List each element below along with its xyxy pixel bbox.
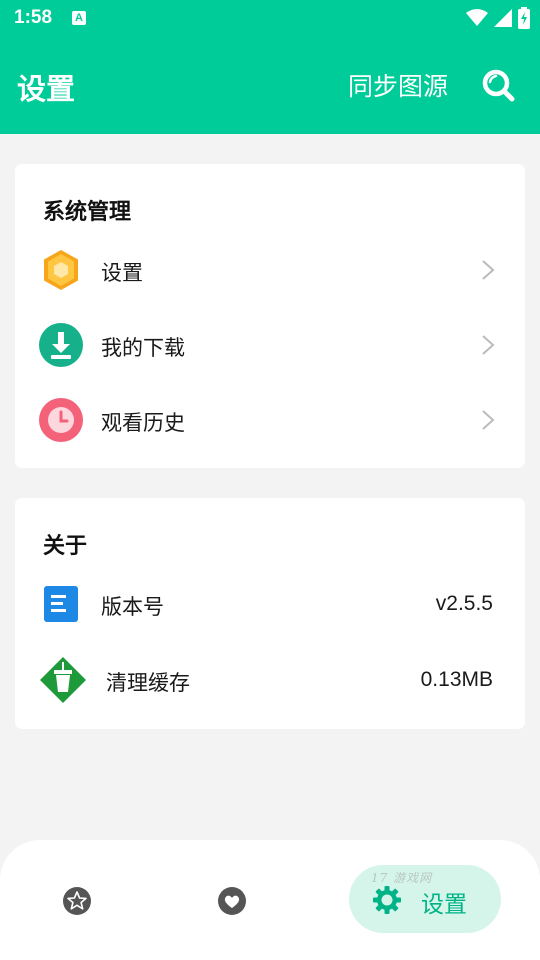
document-icon (44, 586, 78, 622)
system-management-card: 系统管理 设置 我的下载 观看历史 (15, 164, 525, 468)
app-bar: 1:58 A 设置 同步图源 (0, 0, 540, 134)
hexagon-settings-icon (44, 250, 78, 290)
nav-settings-label: 设置 (421, 892, 467, 918)
my-downloads-row[interactable]: 我的下载 (15, 315, 525, 375)
status-time: 1:58 (14, 7, 53, 28)
star-icon (63, 887, 91, 915)
settings-label: 设置 (101, 261, 143, 285)
cache-size-value: 0.13MB (420, 668, 493, 691)
wifi-icon (466, 9, 488, 26)
cup-cache-icon (40, 657, 86, 703)
clock-history-icon (39, 398, 83, 442)
nav-favorites-tab[interactable] (217, 886, 247, 916)
chevron-right-icon (482, 260, 495, 280)
version-row: 版本号 v2.5.5 (15, 574, 525, 634)
chevron-right-icon (482, 410, 495, 430)
section-title-about: 关于 (43, 534, 88, 559)
search-icon (482, 69, 515, 102)
bottom-nav: 17 游戏网 设置 (0, 840, 540, 960)
version-value: v2.5.5 (435, 592, 493, 615)
about-card: 关于 版本号 v2.5.5 清理缓存 0.13MB (15, 498, 525, 729)
watch-history-row[interactable]: 观看历史 (15, 390, 525, 450)
nav-settings-tab[interactable]: 17 游戏网 设置 (349, 865, 501, 933)
clear-cache-label: 清理缓存 (106, 671, 190, 695)
page-title: 设置 (17, 72, 76, 106)
notification-app-icon: A (72, 11, 86, 25)
chevron-right-icon (482, 335, 495, 355)
gear-icon (373, 886, 401, 914)
version-label: 版本号 (101, 595, 164, 619)
clear-cache-row[interactable]: 清理缓存 0.13MB (15, 650, 525, 710)
search-button[interactable] (479, 66, 519, 106)
status-icons (466, 6, 530, 30)
sync-sources-button[interactable]: 同步图源 (348, 67, 448, 103)
watch-history-label: 观看历史 (101, 411, 185, 435)
heart-icon (218, 887, 246, 915)
my-downloads-label: 我的下载 (101, 336, 185, 360)
section-title-system: 系统管理 (43, 200, 132, 225)
download-icon (39, 323, 83, 367)
status-bar: 1:58 A (0, 0, 540, 38)
signal-icon (494, 9, 512, 27)
nav-star-tab[interactable] (62, 886, 92, 916)
battery-charging-icon (518, 7, 530, 29)
settings-row[interactable]: 设置 (15, 240, 525, 300)
